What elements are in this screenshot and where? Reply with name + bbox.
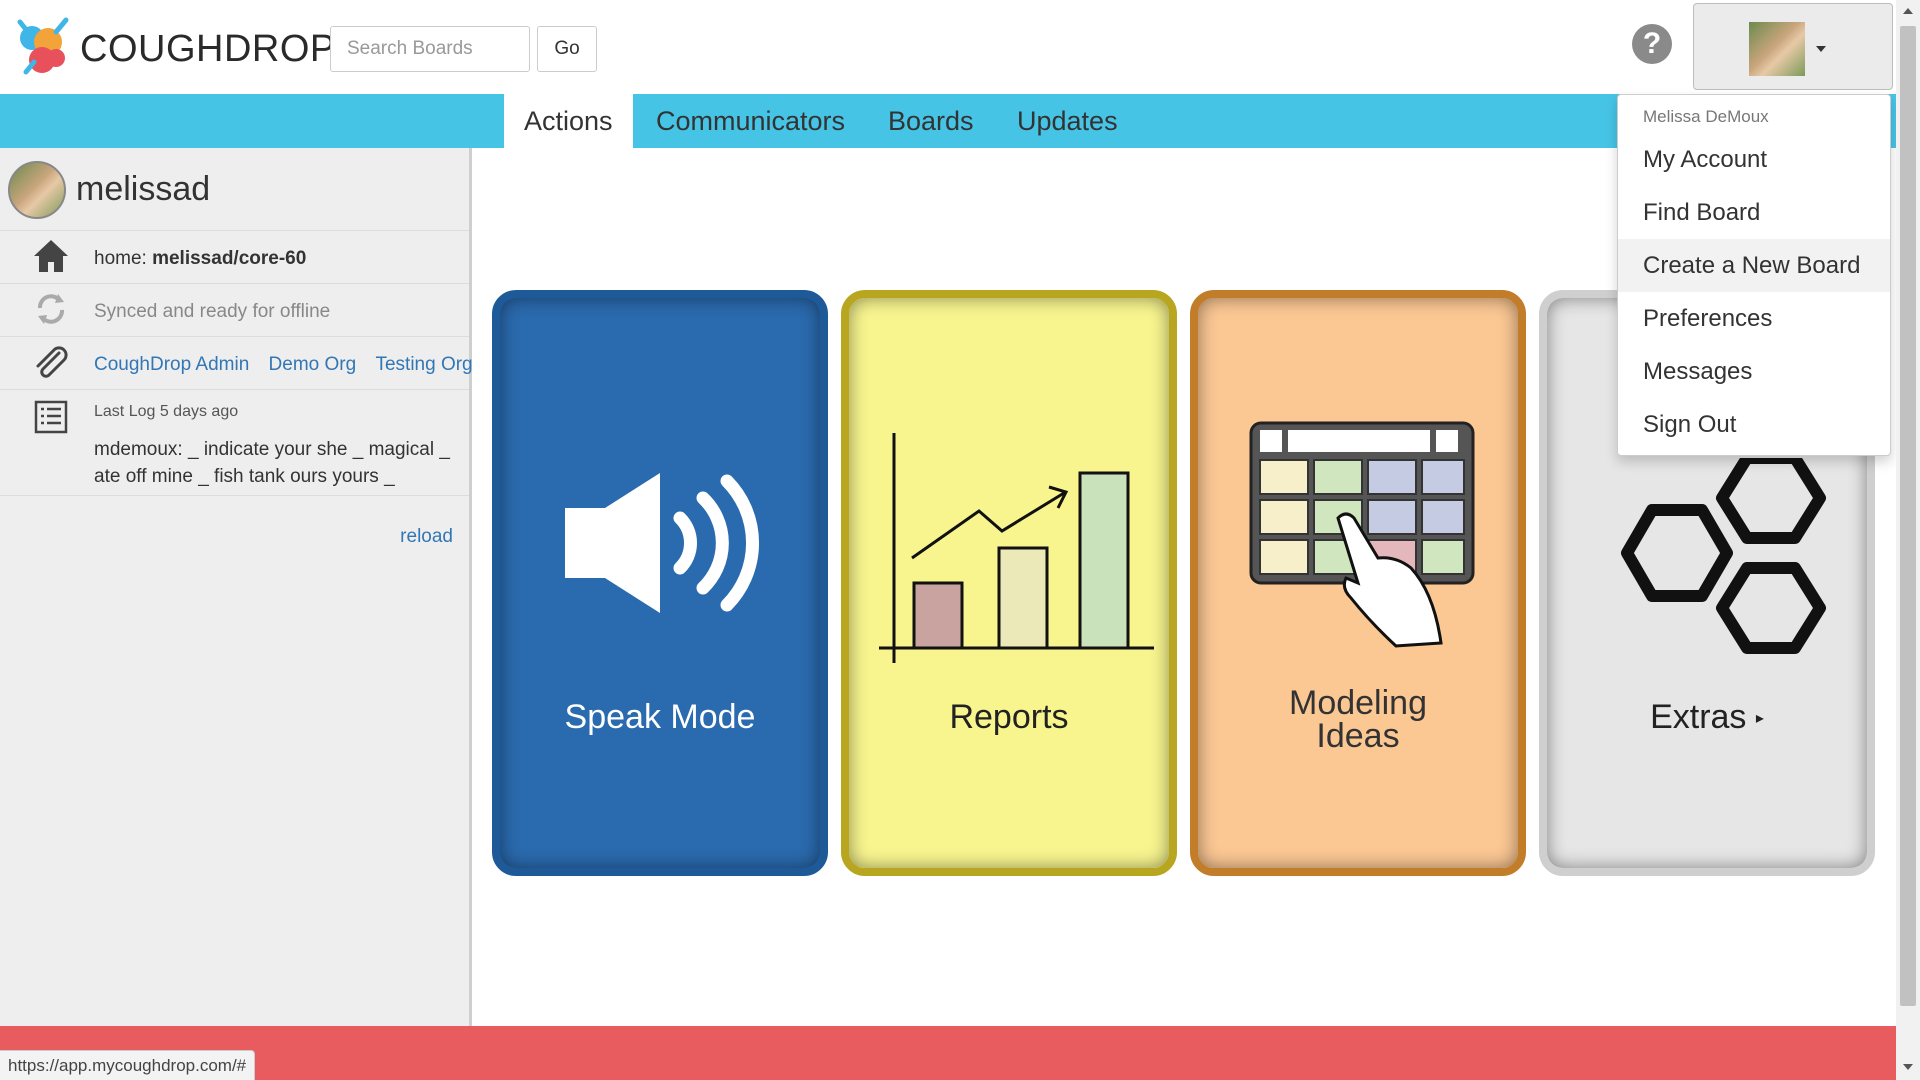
status-bar-url: https://app.mycoughdrop.com/# — [0, 1050, 256, 1080]
speak-mode-card[interactable]: Speak Mode — [492, 290, 828, 876]
scroll-up-icon[interactable] — [1903, 8, 1913, 14]
sync-status: Synced and ready for offline — [94, 301, 331, 322]
org-link-coughdrop-admin[interactable]: CoughDrop Admin — [94, 354, 249, 375]
username[interactable]: melissad — [76, 170, 210, 209]
tab-boards[interactable]: Boards — [868, 94, 994, 148]
chevron-right-icon: ▸ — [1755, 710, 1764, 728]
user-dropdown-menu: Melissa DeMoux My Account Find Board Cre… — [1617, 94, 1891, 456]
modeling-ideas-card[interactable]: Modeling Ideas — [1190, 290, 1526, 876]
menu-item-find-board[interactable]: Find Board — [1618, 186, 1890, 239]
go-button[interactable]: Go — [537, 26, 597, 72]
caret-down-icon — [1816, 46, 1826, 52]
menu-item-sign-out[interactable]: Sign Out — [1618, 398, 1890, 451]
menu-item-create-new-board[interactable]: Create a New Board — [1618, 239, 1890, 292]
user-menu-button[interactable] — [1693, 3, 1893, 90]
extras-label: Extras — [1650, 698, 1747, 736]
card-label-extras: Extras ▸ — [1547, 700, 1867, 736]
tab-communicators[interactable]: Communicators — [636, 94, 865, 148]
log-list-icon — [34, 400, 68, 434]
avatar — [1749, 22, 1805, 76]
coughdrop-logo-icon[interactable] — [12, 12, 76, 82]
keyboard-touch-icon — [1249, 421, 1475, 648]
footer-bar — [0, 1026, 1896, 1080]
tab-actions[interactable]: Actions — [504, 94, 633, 148]
menu-item-preferences[interactable]: Preferences — [1618, 292, 1890, 345]
main-nav: Actions Communicators Boards Updates — [0, 94, 1896, 148]
sidebar-avatar[interactable] — [8, 161, 66, 219]
scroll-down-icon[interactable] — [1903, 1064, 1913, 1070]
sync-icon[interactable] — [32, 290, 70, 328]
last-log-text: mdemoux: _ indicate your she _ magical _… — [94, 439, 450, 487]
paperclip-icon — [36, 346, 68, 378]
scroll-thumb[interactable] — [1900, 26, 1916, 1006]
bar-chart-icon — [879, 433, 1154, 663]
card-label-modeling: Modeling — [1289, 684, 1427, 722]
scrollbar[interactable] — [1896, 0, 1920, 1080]
sidebar: melissad home: melissad/core-60 Synced a… — [0, 148, 473, 1026]
card-label-reports: Reports — [949, 698, 1069, 736]
home-icon — [34, 240, 68, 272]
last-log-row[interactable]: Last Log 5 days ago mdemoux: _ indicate … — [0, 389, 469, 496]
org-link-demo-org[interactable]: Demo Org — [269, 354, 357, 375]
search-input[interactable] — [330, 26, 530, 72]
menu-item-messages[interactable]: Messages — [1618, 345, 1890, 398]
card-label-speak-mode: Speak Mode — [564, 698, 756, 736]
hexagons-icon — [1621, 458, 1826, 654]
card-label-ideas: Ideas — [1316, 717, 1400, 755]
home-board-row[interactable]: home: melissad/core-60 — [0, 230, 469, 283]
menu-item-my-account[interactable]: My Account — [1618, 133, 1890, 186]
dropdown-user-name: Melissa DeMoux — [1643, 107, 1769, 126]
home-board-link[interactable]: melissad/core-60 — [152, 248, 306, 269]
orgs-row: CoughDrop Admin Demo Org Testing Org — [0, 336, 473, 389]
last-log-label: Last Log 5 days ago — [94, 403, 239, 420]
brand-name[interactable]: COUGHDROP — [80, 28, 336, 71]
reports-card[interactable]: Reports — [841, 290, 1177, 876]
home-label: home: — [94, 248, 153, 269]
help-icon[interactable]: ? — [1632, 24, 1672, 64]
tab-updates[interactable]: Updates — [997, 94, 1138, 148]
sync-row: Synced and ready for offline — [0, 283, 469, 336]
org-link-testing-org[interactable]: Testing Org — [375, 354, 472, 375]
speaker-icon — [565, 473, 760, 613]
reload-link[interactable]: reload — [400, 526, 453, 548]
header: COUGHDROP Go ? — [0, 0, 1896, 94]
